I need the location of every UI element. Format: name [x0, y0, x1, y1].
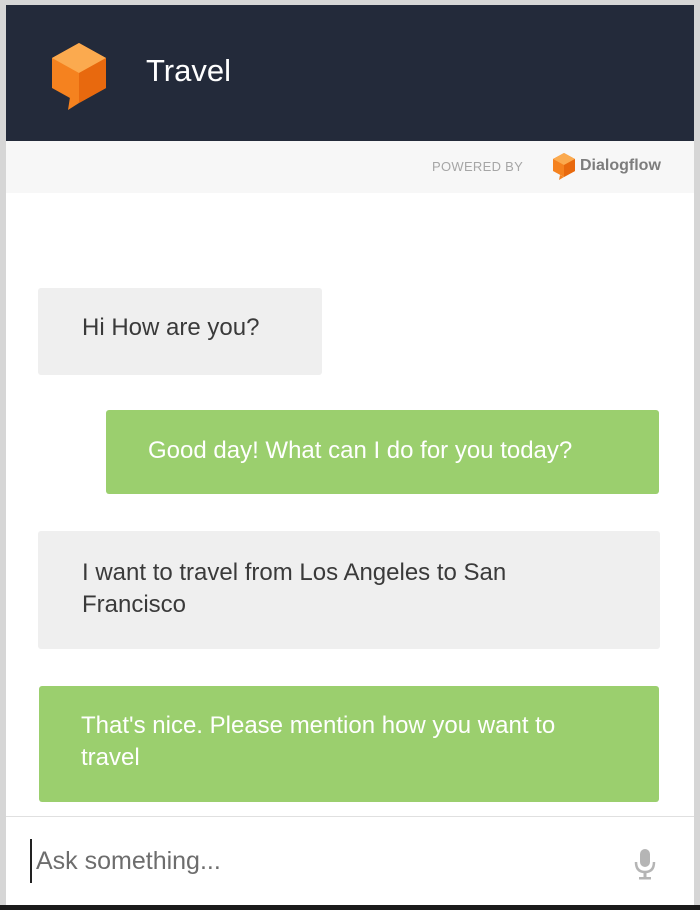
dialogflow-brand: Dialogflow [580, 157, 661, 174]
app-title: Travel [146, 53, 231, 88]
user-message: Good day! What can I do for you today? [106, 410, 659, 494]
user-message: That's nice. Please mention how you want… [39, 686, 659, 802]
agent-message: I want to travel from Los Angeles to San… [38, 531, 660, 649]
agent-message: Hi How are you? [38, 288, 322, 375]
message-list: Hi How are you? Good day! What can I do … [6, 193, 694, 816]
dialogflow-logo-icon [553, 153, 575, 180]
input-bar [6, 816, 694, 905]
ask-input[interactable] [30, 839, 600, 883]
microphone-icon[interactable] [632, 847, 658, 881]
frame-border [0, 905, 700, 910]
chat-widget: Travel POWERED BY Dialogflow Hi How are … [0, 0, 700, 910]
frame-border [694, 0, 700, 910]
dialogflow-cube-icon [52, 43, 106, 110]
chat-header: Travel [6, 5, 694, 141]
powered-by-bar: POWERED BY Dialogflow [6, 141, 694, 193]
powered-by-label: POWERED BY [432, 159, 524, 174]
